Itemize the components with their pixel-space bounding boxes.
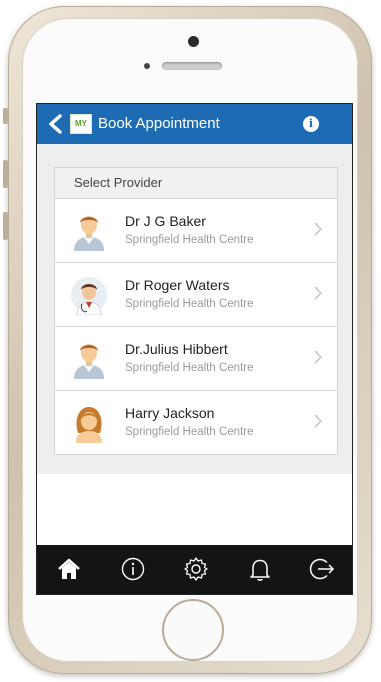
volume-down-button [3, 212, 8, 240]
doctor-stethoscope-avatar-icon [71, 277, 107, 315]
provider-clinic: Springfield Health Centre [125, 234, 254, 246]
provider-clinic: Springfield Health Centre [125, 362, 254, 374]
app-logo: MY [70, 114, 92, 134]
mute-switch [3, 108, 8, 124]
home-icon[interactable] [56, 556, 82, 582]
front-camera [188, 36, 199, 47]
provider-row[interactable]: Harry Jackson Springfield Health Centre [55, 391, 337, 454]
male-doctor-avatar-icon [74, 216, 104, 251]
app-header: MY Book Appointment i [37, 104, 352, 144]
info-icon[interactable]: i [303, 116, 319, 132]
chevron-right-icon [314, 414, 323, 428]
provider-row[interactable]: Dr.Julius Hibbert Springfield Health Cen… [55, 327, 337, 391]
chevron-right-icon [314, 222, 323, 236]
proximity-sensor [144, 63, 150, 69]
female-avatar-icon [76, 407, 102, 443]
provider-clinic: Springfield Health Centre [125, 298, 254, 310]
provider-heading: Select Provider [55, 168, 337, 199]
provider-panel: Select Provider Dr J G Baker Springfield… [54, 167, 338, 455]
provider-row[interactable]: Dr J G Baker Springfield Health Centre [55, 199, 337, 263]
provider-name: Dr.Julius Hibbert [125, 341, 228, 357]
app-screen: MY Book Appointment i Select Provider Dr… [36, 103, 353, 595]
provider-clinic: Springfield Health Centre [125, 426, 254, 438]
home-button[interactable] [162, 599, 224, 661]
content-area: Select Provider Dr J G Baker Springfield… [37, 144, 352, 547]
chevron-right-icon [314, 286, 323, 300]
provider-name: Harry Jackson [125, 405, 215, 421]
back-arrow-icon[interactable] [45, 113, 67, 135]
provider-name: Dr Roger Waters [125, 277, 230, 293]
info-icon[interactable] [120, 556, 146, 582]
male-doctor-avatar-icon [74, 344, 104, 379]
page-title: Book Appointment [98, 115, 220, 132]
provider-row[interactable]: Dr Roger Waters Springfield Health Centr… [55, 263, 337, 327]
settings-icon[interactable] [183, 556, 209, 582]
empty-area [37, 474, 352, 547]
earpiece-speaker [162, 62, 222, 70]
chevron-right-icon [314, 350, 323, 364]
bottom-tab-bar [37, 545, 352, 594]
bell-icon[interactable] [247, 556, 273, 582]
provider-name: Dr J G Baker [125, 213, 206, 229]
volume-up-button [3, 160, 8, 188]
logout-icon[interactable] [309, 556, 335, 582]
